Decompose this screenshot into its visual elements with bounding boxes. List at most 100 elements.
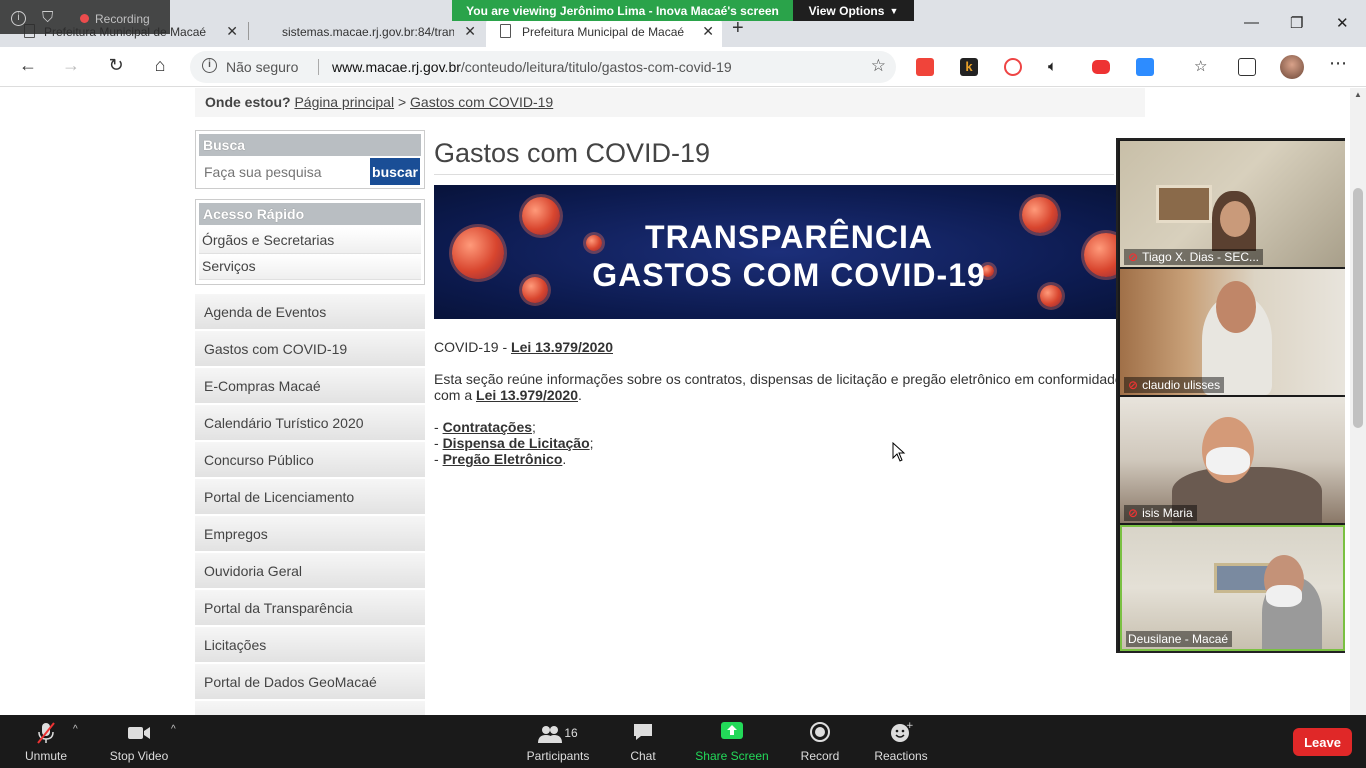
muted-mic-icon: ⊘ [1128,506,1139,520]
page-scrollbar[interactable]: ▲ [1350,88,1366,715]
menu-item-ouvidoria[interactable]: Ouvidoria Geral [195,553,425,589]
participants-button[interactable]: 16 Participants [522,721,594,763]
record-button[interactable]: Record [798,721,842,763]
page-icon [500,24,511,38]
extension-zoom-icon[interactable] [1136,58,1154,76]
search-input[interactable] [199,158,366,186]
menu-item-concurso[interactable]: Concurso Público [195,442,425,478]
quick-access-panel: Acesso Rápido Órgãos e Secretarias Servi… [195,199,425,285]
screen-share-banner: You are viewing Jerônimo Lima - Inova Ma… [452,0,793,21]
scroll-thumb[interactable] [1353,188,1363,428]
intro-line: COVID-19 - Lei 13.979/2020 [434,339,613,355]
close-tab-icon[interactable]: ✕ [226,23,238,40]
intro-prefix: COVID-19 - [434,339,512,355]
muted-mic-icon: ⊘ [1128,250,1139,264]
menu-item-partial[interactable] [195,701,425,715]
profile-avatar[interactable] [1280,55,1304,79]
menu-item-geomacae[interactable]: Portal de Dados GeoMacaé [195,664,425,700]
search-button[interactable]: buscar [370,158,420,185]
collections-icon[interactable] [1238,58,1256,76]
menu-item-ecompras[interactable]: E-Compras Macaé [195,368,425,404]
favorites-icon[interactable]: ☆ [1194,58,1212,76]
stop-video-button[interactable]: Stop Video [104,721,174,763]
reactions-button[interactable]: + Reactions [870,721,932,763]
pregao-link[interactable]: Pregão Eletrônico [443,451,563,467]
unmute-label: Unmute [24,749,68,763]
title-divider [434,174,1114,175]
breadcrumb-current-link[interactable]: Gastos com COVID-19 [410,94,553,110]
list-punct: ; [532,419,536,435]
chat-button[interactable]: Chat [620,721,666,763]
extension-red-icon[interactable] [916,58,934,76]
shield-icon[interactable]: ⛉ [42,9,53,26]
menu-item-calendario[interactable]: Calendário Turístico 2020 [195,405,425,441]
extension-k-icon[interactable]: k [960,58,978,76]
more-options-icon[interactable]: ⋯ [1326,53,1350,74]
close-window-icon[interactable]: ✕ [1336,14,1349,32]
info-icon[interactable]: i [11,11,26,26]
menu-item-licenciamento[interactable]: Portal de Licenciamento [195,479,425,515]
record-label: Record [800,749,840,763]
security-status[interactable]: Não seguro [226,59,298,75]
menu-item-transparencia[interactable]: Portal da Transparência [195,590,425,626]
extension-youtube-icon[interactable] [1092,60,1110,74]
info-icon[interactable]: i [202,58,217,73]
dispensa-link[interactable]: Dispensa de Licitação [443,435,590,451]
minimize-icon[interactable]: — [1244,14,1259,31]
list-bullet: - [434,419,443,435]
description-cont: com a [434,387,477,403]
share-screen-button[interactable]: Share Screen [694,721,770,763]
leave-button[interactable]: Leave [1293,728,1352,756]
scroll-up-arrow-icon[interactable]: ▲ [1354,90,1362,99]
video-options-caret-icon[interactable]: ^ [171,724,176,735]
forward-arrow-icon[interactable]: → [59,55,83,76]
browser-tab-2[interactable]: sistemas.macae.rj.gov.br:84/tran ✕ [262,16,484,47]
menu-item-licitacoes[interactable]: Licitações [195,627,425,663]
close-tab-icon[interactable]: ✕ [464,23,476,40]
quick-access-item-orgaos[interactable]: Órgãos e Secretarias [199,228,421,254]
browser-toolbar: ← → ↻ ⌂ i Não seguro www.macae.rj.gov.br… [0,47,1366,87]
home-icon[interactable]: ⌂ [148,55,172,76]
close-tab-icon[interactable]: ✕ [702,23,714,40]
participant-face [1216,281,1256,333]
banner-line-2: GASTOS COM COVID-19 [592,257,986,293]
stop-video-label: Stop Video [109,749,169,763]
speaker-icon[interactable]: 🔈︎ [1048,58,1066,76]
zoom-recording-indicator: i ⛉ Recording [0,0,170,34]
address-bar[interactable]: i Não seguro www.macae.rj.gov.br/conteud… [190,51,896,83]
quick-access-item-servicos[interactable]: Serviços [199,254,421,280]
list-item: - Pregão Eletrônico. [434,451,594,467]
video-tile[interactable]: ⊘ isis Maria [1120,397,1345,523]
participant-face [1220,201,1250,237]
audio-options-caret-icon[interactable]: ^ [73,724,78,735]
breadcrumb-home-link[interactable]: Página principal [294,94,394,110]
back-arrow-icon[interactable]: ← [16,55,40,76]
star-bookmark-icon[interactable]: ☆ [871,56,886,76]
quick-access-heading: Acesso Rápido [199,203,421,225]
chevron-down-icon: ▼ [889,5,899,16]
video-camera-icon [104,721,174,745]
unmute-button[interactable]: Unmute [20,721,72,763]
video-tile-active-speaker[interactable]: Deusilane - Macaé [1120,525,1345,651]
law-link[interactable]: Lei 13.979/2020 [511,339,613,355]
menu-item-agenda[interactable]: Agenda de Eventos [195,294,425,330]
menu-item-empregos[interactable]: Empregos [195,516,425,552]
list-item: - Dispensa de Licitação; [434,435,594,451]
video-tile[interactable]: ⊘ Tiago X. Dias - SEC... [1120,141,1345,267]
covid-banner-image: TRANSPARÊNCIA GASTOS COM COVID-19 [434,185,1124,319]
description-text: Esta seção reúne informações sobre os co… [434,371,1117,387]
menu-item-covid[interactable]: Gastos com COVID-19 [195,331,425,367]
url-text[interactable]: www.macae.rj.gov.br/conteudo/leitura/tit… [332,59,732,75]
video-tile[interactable]: ⊘ claudio ulisses [1120,269,1345,395]
restore-icon[interactable]: ❐ [1290,14,1303,32]
video-frame-painting [1156,185,1212,223]
reload-icon[interactable]: ↻ [104,55,128,76]
contratacoes-link[interactable]: Contratações [443,419,532,435]
view-options-button[interactable]: View Options ▼ [793,0,914,21]
extension-circle-icon[interactable] [1004,58,1022,76]
breadcrumb: Onde estou? Página principal > Gastos co… [195,88,1145,117]
law-link-2[interactable]: Lei 13.979/2020 [476,387,578,403]
search-heading: Busca [199,134,421,156]
face-mask [1266,585,1302,607]
chat-bubble-icon [620,721,666,745]
